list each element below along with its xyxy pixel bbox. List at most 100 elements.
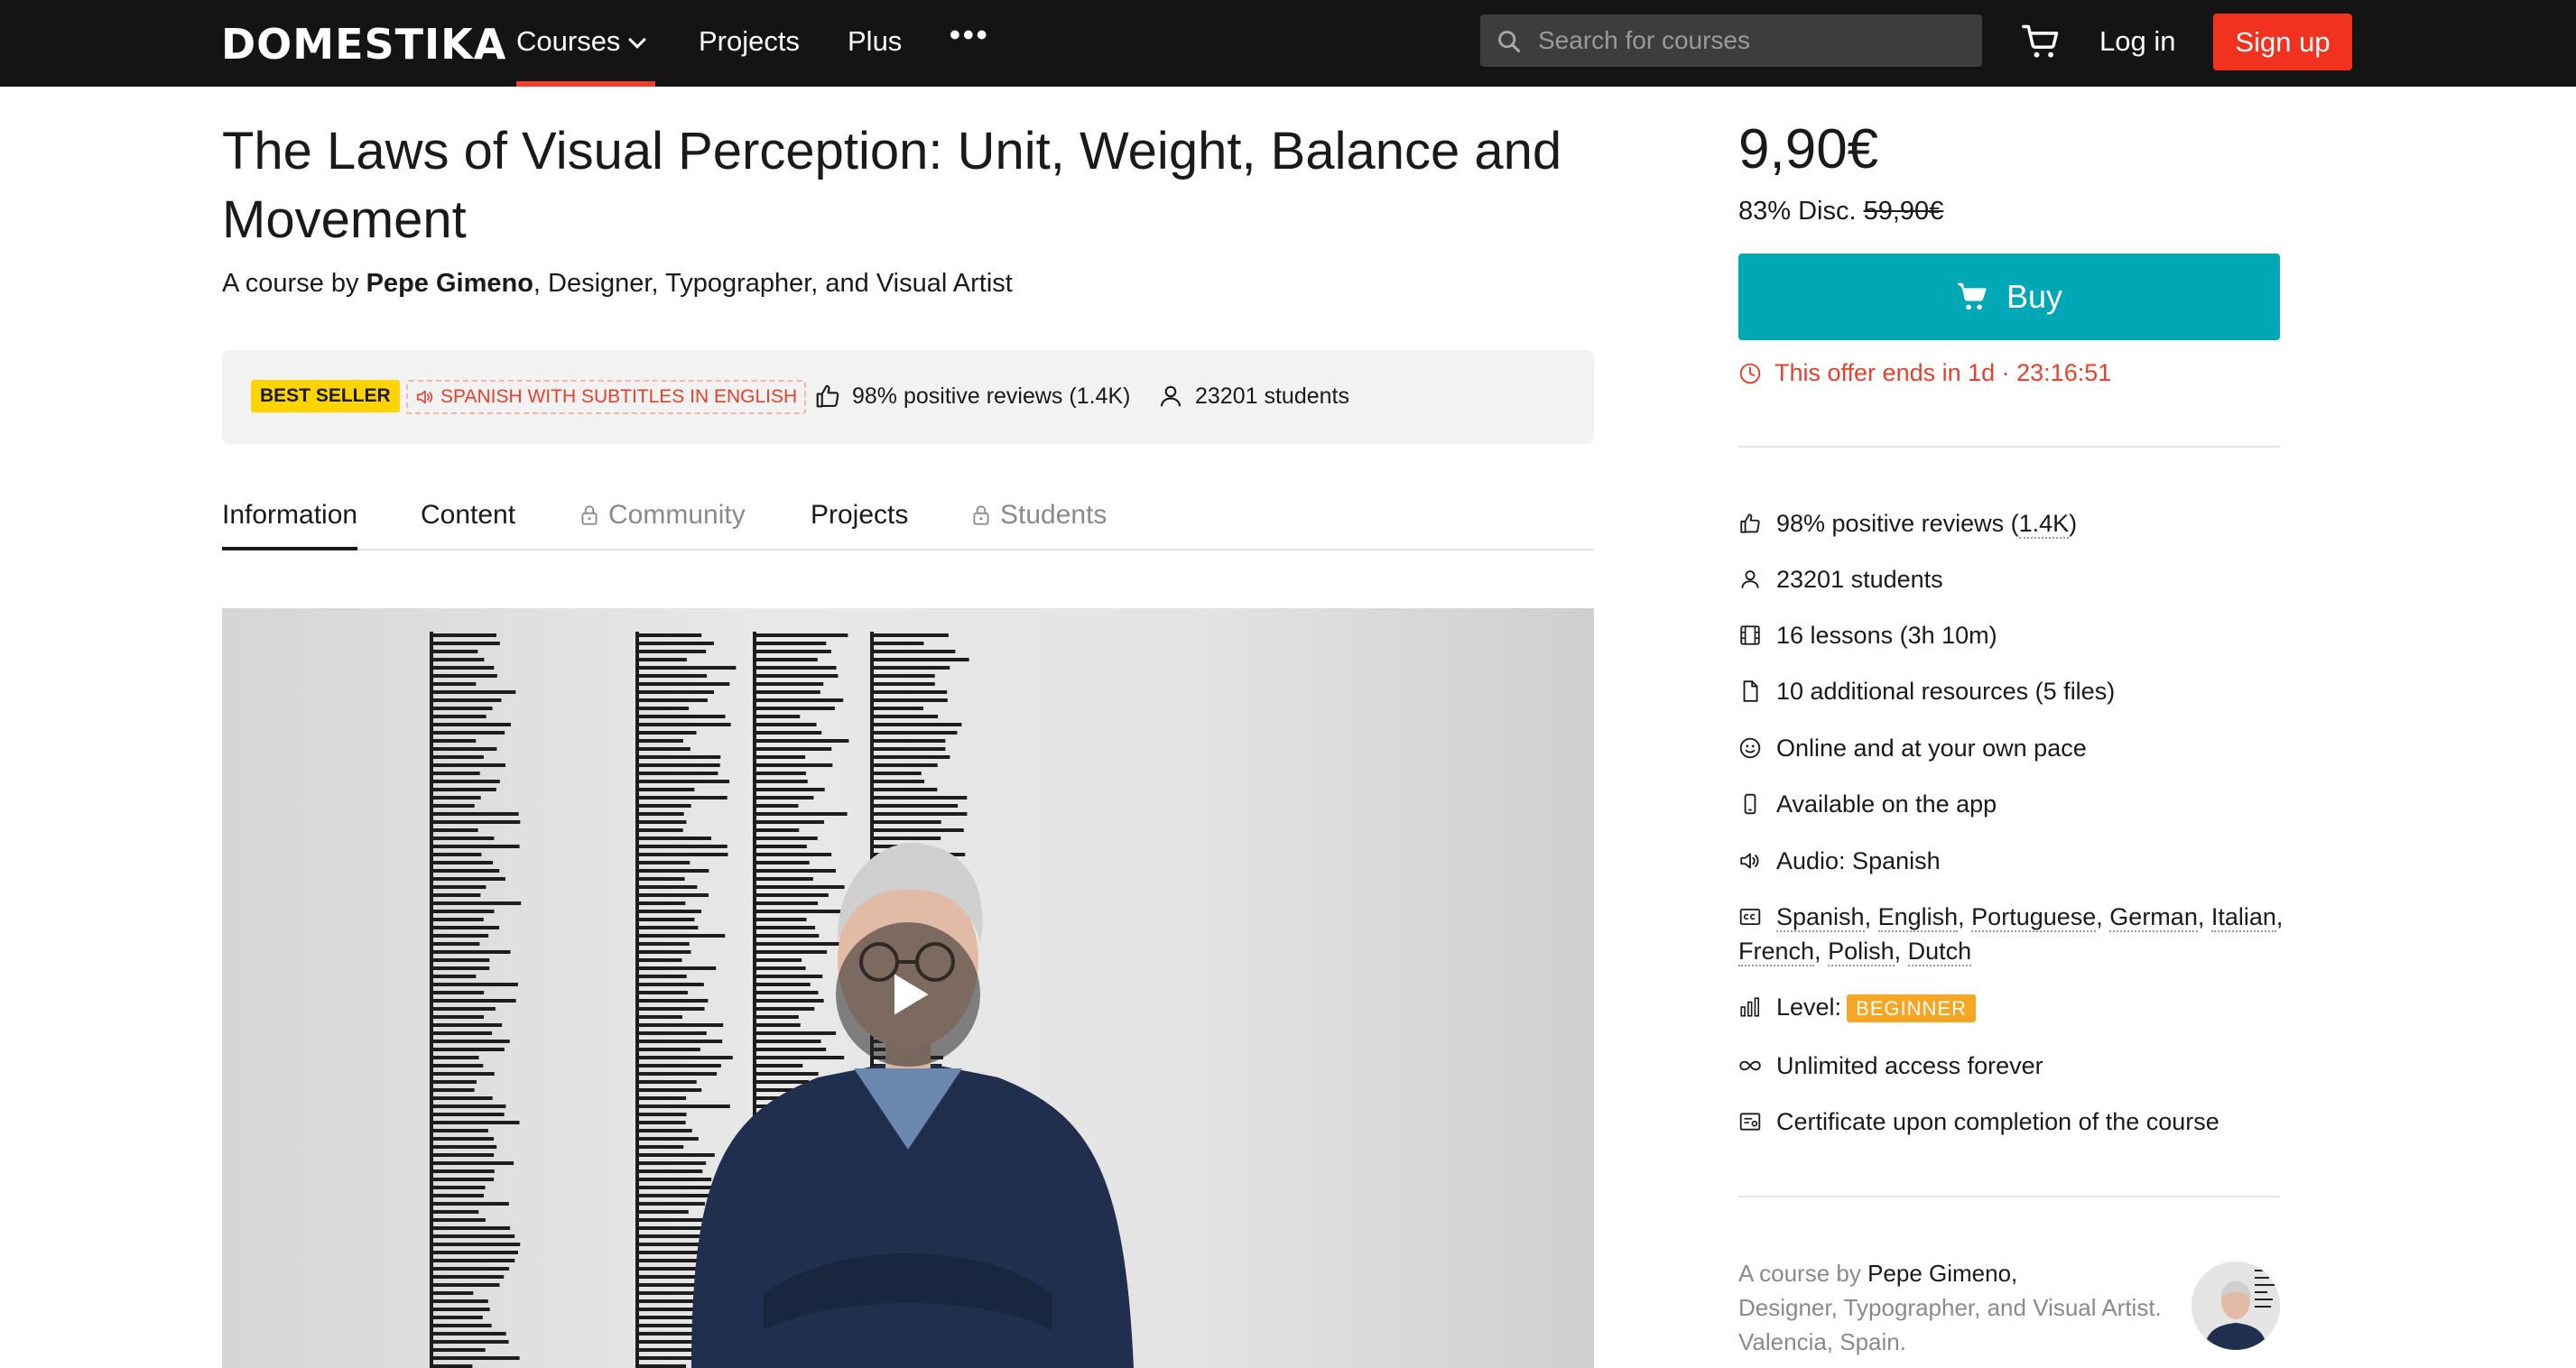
feature-app: Available on the app — [1738, 787, 2298, 821]
language-badge: SPANISH WITH SUBTITLES IN ENGLISH — [406, 380, 807, 414]
nav-more-menu[interactable]: ••• — [950, 18, 990, 79]
tab-projects[interactable]: Projects — [811, 500, 908, 531]
cart-icon — [1957, 282, 1987, 310]
level-badge: BEGINNER — [1847, 994, 1976, 1022]
nav-courses-menu[interactable]: Courses — [516, 25, 655, 87]
course-title: The Laws of Visual Perception: Unit, Wei… — [222, 122, 1562, 249]
subtitle-language[interactable]: English — [1877, 903, 1959, 932]
subtitle-language[interactable]: Portuguese — [1971, 903, 2097, 932]
tab-students[interactable]: Students — [969, 500, 1107, 531]
play-button[interactable] — [836, 922, 980, 1067]
offer-text: This offer ends in 1d · 23:16:51 — [1774, 359, 2112, 386]
top-navigation-bar: DOMESTIKA Courses Projects Plus ••• Log … — [0, 0, 2576, 87]
feature-text: 16 lessons (3h 10m) — [1776, 622, 1997, 649]
course-video-player[interactable] — [222, 608, 1594, 1368]
students-summary: 23201 students — [1157, 383, 1349, 410]
lock-icon — [581, 505, 598, 525]
reviews-text: 98% positive reviews (1.4K) — [852, 383, 1131, 409]
feature-resources: 10 additional resources (5 files) — [1738, 674, 2298, 708]
feature-reviews: 98% positive reviews (1.4K) — [1738, 506, 2298, 541]
login-link[interactable]: Log in — [2099, 25, 2175, 58]
feature-subtitles: Spanish, English, Portuguese, German, It… — [1738, 900, 2289, 968]
subtitle-language[interactable]: Dutch — [1907, 938, 1972, 966]
teacher-card: A course by Pepe Gimeno, Designer, Typog… — [1738, 1256, 2190, 1359]
language-badge-text: SPANISH WITH SUBTITLES IN ENGLISH — [440, 386, 798, 407]
buy-label: Buy — [2006, 278, 2063, 315]
active-nav-underline — [516, 81, 655, 87]
subtitle-language[interactable]: German — [2109, 903, 2198, 932]
bar-chart-icon — [1740, 997, 1760, 1017]
nav-projects-link[interactable]: Projects — [699, 25, 800, 87]
course-price: 9,90€ — [1738, 118, 1879, 180]
teacher-name-link[interactable]: Pepe Gimeno, — [1867, 1260, 2017, 1287]
smile-icon — [1739, 737, 1761, 759]
tab-label: Projects — [811, 500, 909, 530]
phone-icon — [1744, 793, 1756, 815]
feature-text: Online and at your own pace — [1776, 735, 2087, 762]
author-link[interactable]: Pepe Gimeno — [366, 269, 533, 298]
certificate-icon — [1739, 1113, 1761, 1131]
search-input[interactable] — [1538, 14, 1971, 67]
clock-icon — [1739, 363, 1761, 384]
feature-text: Available on the app — [1776, 790, 1997, 818]
course-byline: A course by Pepe Gimeno, Designer, Typog… — [222, 269, 1013, 299]
tab-information[interactable]: Information — [222, 500, 358, 550]
reviews-suffix: ) — [2069, 510, 2078, 537]
tab-label: Students — [1000, 500, 1107, 530]
subtitles-list: Spanish, English, Portuguese, German, It… — [1738, 903, 2284, 966]
captions-icon — [1739, 908, 1761, 926]
feature-text: 10 additional resources (5 files) — [1776, 678, 2116, 705]
subtitle-language[interactable]: Italian — [2210, 903, 2276, 932]
tab-label: Content — [421, 500, 516, 530]
feature-text: Unlimited access forever — [1776, 1052, 2043, 1079]
subtitle-language[interactable]: Polish — [1828, 938, 1895, 966]
feature-text: Certificate upon completion of the cours… — [1776, 1108, 2219, 1135]
course-highlights-box: BEST SELLER SPANISH WITH SUBTITLES IN EN… — [222, 350, 1594, 444]
buy-button[interactable]: Buy — [1738, 254, 2280, 340]
speaker-icon — [1740, 853, 1759, 869]
search-box[interactable] — [1480, 14, 1982, 67]
file-icon — [1743, 680, 1758, 702]
reviews-prefix: 98% positive reviews ( — [1776, 510, 2019, 537]
film-icon — [1740, 625, 1760, 645]
teacher-profession: Designer, Typographer, and Visual Artist… — [1738, 1294, 2162, 1321]
feature-students: 23201 students — [1738, 562, 2298, 596]
reviews-summary: 98% positive reviews (1.4K) — [814, 383, 1130, 410]
subtitle-language[interactable]: Spanish — [1776, 903, 1865, 932]
teacher-location: Valencia, Spain. — [1738, 1328, 1906, 1355]
tab-community[interactable]: Community — [578, 500, 746, 531]
feature-lessons: 16 lessons (3h 10m) — [1738, 618, 2298, 652]
feature-certificate: Certificate upon completion of the cours… — [1738, 1105, 2298, 1139]
discount-info: 83% Disc. 59,90€ — [1738, 197, 1943, 226]
speaker-icon — [416, 390, 433, 404]
level-label: Level: — [1776, 994, 1842, 1021]
tab-label: Information — [222, 500, 358, 530]
signup-button[interactable]: Sign up — [2213, 14, 2352, 70]
avatar-image — [2191, 1262, 2280, 1350]
divider — [1738, 446, 2280, 448]
nav-courses-label: Courses — [516, 25, 621, 57]
infinity-icon — [1739, 1060, 1761, 1071]
thumbs-up-icon — [1740, 513, 1760, 533]
nav-plus-link[interactable]: Plus — [848, 25, 902, 87]
feature-level: Level: BEGINNER — [1738, 990, 2298, 1026]
user-icon — [1741, 570, 1759, 588]
lock-icon — [973, 505, 989, 525]
offer-countdown: This offer ends in 1d · 23:16:51 — [1738, 359, 2111, 387]
students-text: 23201 students — [1195, 383, 1349, 409]
subtitle-language[interactable]: French — [1738, 938, 1815, 966]
feature-access: Unlimited access forever — [1738, 1049, 2298, 1083]
teacher-avatar[interactable] — [2191, 1262, 2280, 1350]
best-seller-badge: BEST SELLER — [251, 380, 400, 412]
reviews-count-link[interactable]: 1.4K — [2018, 510, 2070, 539]
feature-audio: Audio: Spanish — [1738, 844, 2298, 878]
domestika-logo[interactable]: DOMESTIKA — [221, 20, 506, 69]
thumbs-up-icon — [816, 384, 839, 408]
feature-online: Online and at your own pace — [1738, 731, 2298, 765]
cart-icon[interactable] — [2022, 22, 2062, 61]
play-icon — [894, 974, 929, 1015]
discount-label: 83% Disc. — [1738, 197, 1864, 226]
divider — [1738, 1196, 2280, 1197]
tab-content[interactable]: Content — [421, 500, 515, 531]
chevron-down-icon — [628, 31, 647, 49]
